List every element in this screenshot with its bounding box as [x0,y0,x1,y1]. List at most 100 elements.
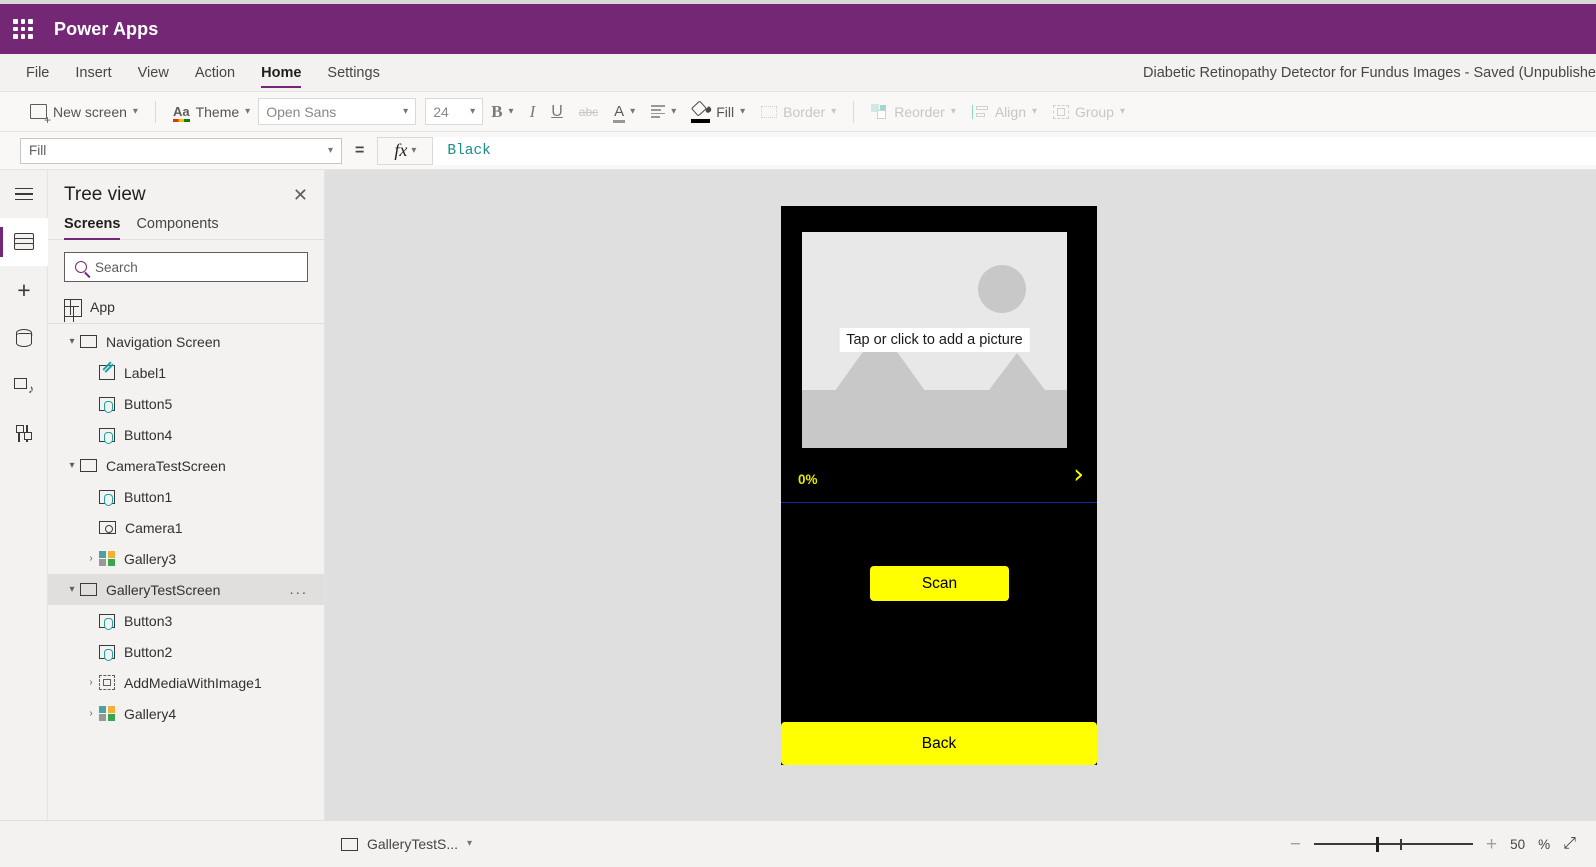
chevron-down-icon: ▾ [1119,105,1125,117]
italic-button[interactable]: I [522,98,544,126]
add-media-with-image-control[interactable]: Tap or click to add a picture [802,232,1067,448]
chevron-right-icon[interactable]: › [83,677,99,688]
rail-item-media[interactable]: ♪ [0,362,48,410]
align-label: Align [994,103,1026,120]
tree-item-button4[interactable]: Button4 [48,419,324,450]
screen-selector[interactable]: GalleryTestS... ▾ [341,836,472,852]
align-text-icon [651,105,666,118]
property-select-value: Fill [29,143,47,158]
tree-item-button5[interactable]: Button5 [48,388,324,419]
chevron-down-icon: ▾ [1031,105,1038,117]
tree-item-button1[interactable]: Button1 [48,481,324,512]
menu-item-view[interactable]: View [125,54,182,91]
new-screen-label: New screen [53,103,127,120]
reorder-button: Reorder ▾ [863,98,964,126]
menu-item-file[interactable]: File [13,54,62,91]
tree-item-overflow-menu[interactable]: ... [289,581,308,598]
rail-item-data[interactable] [0,314,48,362]
theme-button[interactable]: Aa Theme ▾ [165,98,258,126]
app-icon [64,298,82,317]
media-control-icon [99,675,115,690]
next-chevron-icon[interactable]: › [1073,461,1084,488]
paint-bucket-icon [691,99,713,123]
underline-button[interactable]: U [543,98,571,126]
plus-icon: + [17,276,31,303]
media-icon: ♪ [14,377,34,395]
new-screen-button[interactable]: New screen ▾ [22,98,146,126]
app-canvas[interactable]: Tap or click to add a picture 0% › Scan … [325,170,1596,820]
close-icon[interactable]: ✕ [293,186,308,204]
group-icon [1053,104,1070,119]
tab-components[interactable]: Components [136,216,218,239]
expand-diagonal-icon[interactable]: ⤢ [1563,836,1576,852]
theme-icon: Aa [172,104,190,122]
zoom-in-button[interactable]: + [1486,835,1497,854]
progress-percent-label: 0% [798,472,818,487]
tree-item-gallerytestscreen[interactable]: ▾ GalleryTestScreen... [48,574,324,605]
tree-item-cameratestscreen[interactable]: ▾ CameraTestScreen [48,450,324,481]
chevron-down-icon: ▾ [630,105,636,117]
menu-item-home[interactable]: Home [248,54,314,91]
chevron-right-icon[interactable]: › [83,708,99,719]
group-button: Group ▾ [1045,98,1133,126]
tree-view-header: Tree view ✕ [48,170,324,216]
menu-item-settings[interactable]: Settings [314,54,392,91]
tree-item-navigation-screen[interactable]: ▾ Navigation Screen [48,326,324,357]
gallery-icon [99,551,115,566]
scan-button[interactable]: Scan [870,566,1009,601]
chevron-down-icon[interactable]: ▾ [64,584,80,595]
tree-search-wrapper: Search [48,240,324,282]
tree-item-button2[interactable]: Button2 [48,636,324,667]
fill-button[interactable]: Fill ▾ [684,98,753,126]
chevron-down-icon[interactable]: ▾ [64,460,80,471]
chevron-down-icon[interactable]: ▾ [64,336,80,347]
screen-icon [80,583,97,596]
rail-item-tree-view[interactable] [0,218,48,266]
formula-input[interactable]: Black [433,136,1596,165]
menu-item-insert[interactable]: Insert [62,54,124,91]
zoom-controls: − + 50 % ⤢ [1290,835,1576,854]
fx-button[interactable]: fx ▾ [377,136,434,165]
button-icon [99,427,115,444]
tree-item-button3[interactable]: Button3 [48,605,324,636]
add-picture-label[interactable]: Tap or click to add a picture [839,328,1030,352]
align-objects-icon [971,104,989,119]
rail-item-insert[interactable]: + [0,266,48,314]
chevron-down-icon: ▾ [470,105,476,117]
font-family-select[interactable]: Open Sans ▾ [258,98,417,125]
tab-screens[interactable]: Screens [64,216,121,240]
tree-item-label: CameraTestScreen [106,457,226,474]
search-input[interactable]: Search [64,252,308,282]
tree-item-camera1[interactable]: Camera1 [48,512,324,543]
tree-item-app[interactable]: App [48,290,324,324]
tree-item-label1[interactable]: Label1 [48,357,324,388]
screen-icon [341,837,358,851]
back-button[interactable]: Back [781,722,1097,765]
rail-item-hamburger-menu[interactable] [0,170,48,218]
bold-button[interactable]: B ▾ [483,98,521,126]
tree-item-label: Navigation Screen [106,333,221,350]
chevron-right-icon[interactable]: › [83,553,99,564]
tree-item-label: Button4 [124,426,173,443]
font-size-value: 24 [433,103,449,120]
zoom-out-button[interactable]: − [1290,835,1301,854]
tree-item-list: ▾ Navigation Screen Label1 Button5 Button4 ▾ C… [48,324,324,729]
waffle-grid-icon[interactable] [13,19,33,39]
zoom-slider[interactable] [1314,835,1474,853]
tree-item-gallery4[interactable]: › Gallery4 [48,698,324,729]
font-color-icon: A [613,103,626,123]
menu-item-action[interactable]: Action [182,54,248,91]
border-label: Border [783,103,826,120]
tree-item-gallery3[interactable]: › Gallery3 [48,543,324,574]
camera-icon [99,521,116,534]
font-size-select[interactable]: 24 ▾ [425,98,484,125]
text-align-button[interactable]: ▾ [643,98,684,126]
tree-item-label: Button3 [124,612,173,629]
property-select[interactable]: Fill ▾ [20,137,342,164]
tree-item-addmediawithimage1[interactable]: › AddMediaWithImage1 [48,667,324,698]
zoom-slider-thumb[interactable] [1376,837,1380,852]
rail-item-advanced-tools[interactable] [0,410,48,458]
fx-icon: fx [394,140,408,160]
font-color-button[interactable]: A ▾ [606,98,643,126]
strikethrough-icon: abc [578,104,599,119]
